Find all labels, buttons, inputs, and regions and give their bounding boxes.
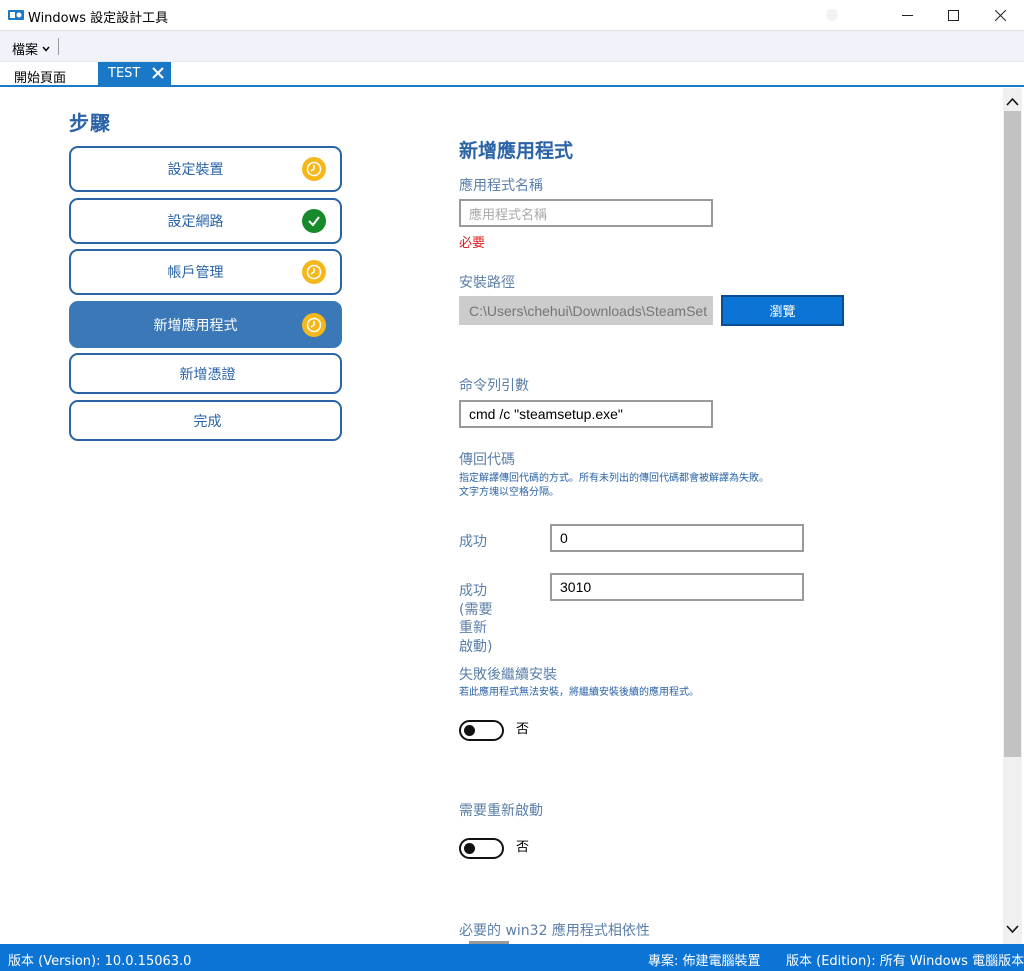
- tab-test[interactable]: TEST: [98, 62, 171, 85]
- pending-clock-icon: [302, 157, 326, 181]
- app-name-label: 應用程式名稱: [459, 178, 543, 194]
- close-icon: [994, 10, 1006, 21]
- chevron-down-icon: [1006, 924, 1019, 933]
- app-name-input[interactable]: 應用程式名稱: [459, 199, 713, 227]
- tab-start-page[interactable]: 開始頁面: [14, 67, 66, 86]
- maximize-icon: [947, 10, 959, 21]
- scroll-down-button[interactable]: [1003, 920, 1022, 938]
- form-title: 新增應用程式: [459, 140, 574, 162]
- menu-bar: 檔案: [0, 31, 1024, 62]
- step-label: 帳戶管理: [167, 265, 224, 281]
- toggle-knob: [464, 843, 475, 854]
- minimize-icon: [901, 15, 913, 16]
- window-title: Windows 設定設計工具: [28, 11, 169, 26]
- step-finish[interactable]: 完成: [69, 400, 342, 441]
- step-label: 設定網路: [167, 214, 224, 230]
- reboot-code-label-3: 重新: [459, 620, 487, 636]
- step-label: 設定裝置: [167, 162, 224, 178]
- step-label: 完成: [193, 413, 222, 430]
- tab-bar: 開始頁面 TEST: [0, 62, 1024, 87]
- chevron-up-icon: [1006, 97, 1019, 106]
- step-device-setup[interactable]: 設定裝置: [69, 146, 342, 192]
- required-text: 必要: [459, 236, 486, 251]
- version-text: 版本 (Version): 10.0.15063.0: [8, 954, 192, 969]
- chevron-down-icon: [42, 46, 50, 52]
- edition-text: 版本 (Edition): 所有 Windows 電腦版本: [786, 954, 1024, 969]
- app-icon: [8, 10, 24, 20]
- return-codes-hint-1: 指定解譯傳回代碼的方式。所有未列出的傳回代碼都會被解譯為失敗。: [459, 473, 769, 484]
- reboot-code-label-1: 成功: [459, 583, 487, 599]
- reboot-code-label-4: 啟動): [459, 639, 493, 655]
- dependencies-label: 必要的 win32 應用程式相依性: [459, 923, 650, 939]
- continue-on-fail-toggle[interactable]: [459, 720, 504, 741]
- menu-separator: [58, 38, 59, 55]
- step-label: 新增憑證: [179, 366, 236, 383]
- browse-button[interactable]: 瀏覽: [721, 295, 844, 326]
- toggle-knob: [464, 725, 475, 736]
- command-line-input[interactable]: cmd /c "steamsetup.exe": [459, 400, 713, 428]
- restart-required-label: 需要重新啟動: [459, 803, 543, 819]
- install-path-label: 安裝路徑: [459, 275, 515, 291]
- restart-required-toggle[interactable]: [459, 838, 504, 859]
- title-badge: [826, 9, 838, 21]
- check-icon: [302, 209, 326, 233]
- step-network-setup[interactable]: 設定網路: [69, 198, 342, 244]
- pending-clock-icon: [302, 312, 326, 337]
- return-codes-hint-2: 文字方塊以空格分隔。: [459, 487, 559, 498]
- scroll-up-button[interactable]: [1003, 92, 1022, 110]
- tab-test-label: TEST: [108, 66, 141, 81]
- status-bar: 版本 (Version): 10.0.15063.0 專案: 佈建電腦裝置 版本…: [0, 944, 1024, 971]
- return-codes-label: 傳回代碼: [459, 452, 515, 468]
- continue-on-fail-label: 失敗後繼續安裝: [459, 667, 557, 683]
- project-text: 專案: 佈建電腦裝置: [648, 954, 761, 969]
- restart-required-state: 否: [516, 840, 530, 855]
- scrollbar-thumb[interactable]: [1004, 111, 1021, 757]
- success-code-input[interactable]: 0: [550, 524, 804, 552]
- step-add-apps[interactable]: 新增應用程式: [69, 301, 342, 348]
- reboot-code-label-2: (需要: [459, 602, 493, 618]
- install-path-input: C:\Users\chehui\Downloads\SteamSet: [459, 296, 713, 325]
- steps-title: 步驟: [69, 111, 111, 135]
- file-menu-label: 檔案: [12, 43, 39, 58]
- file-menu[interactable]: 檔案: [12, 39, 50, 58]
- maximize-button[interactable]: [930, 0, 976, 31]
- step-label: 新增應用程式: [153, 317, 238, 334]
- minimize-button[interactable]: [884, 0, 930, 31]
- continue-on-fail-hint: 若此應用程式無法安裝，將繼續安裝後續的應用程式。: [459, 687, 699, 698]
- close-tab-icon[interactable]: [151, 66, 165, 80]
- reboot-code-input[interactable]: 3010: [550, 573, 804, 601]
- pending-clock-icon: [302, 260, 326, 284]
- success-code-label: 成功: [459, 534, 487, 550]
- step-add-certificates[interactable]: 新增憑證: [69, 353, 342, 394]
- step-account-management[interactable]: 帳戶管理: [69, 249, 342, 295]
- title-bar: Windows 設定設計工具: [0, 0, 1024, 31]
- command-line-label: 命令列引數: [459, 378, 529, 394]
- continue-on-fail-state: 否: [516, 722, 530, 737]
- close-window-button[interactable]: [977, 0, 1023, 31]
